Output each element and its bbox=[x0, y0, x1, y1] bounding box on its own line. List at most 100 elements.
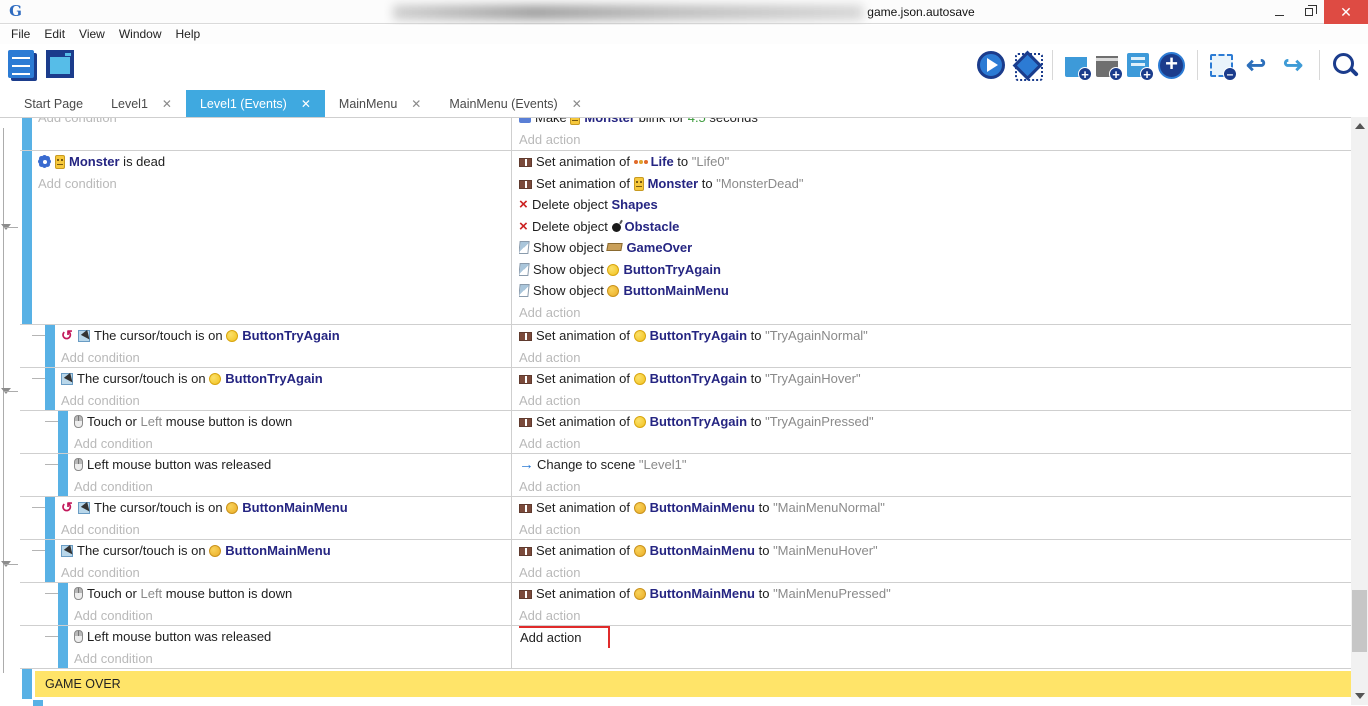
menu-item-window[interactable]: Window bbox=[112, 25, 169, 44]
action-line[interactable]: Add action bbox=[519, 626, 1351, 648]
add-condition[interactable]: Add condition bbox=[61, 562, 511, 584]
close-button[interactable]: ✕ bbox=[1324, 0, 1368, 24]
tab-start-page[interactable]: Start Page bbox=[10, 90, 97, 117]
add-subevent-icon[interactable]: + bbox=[1127, 53, 1149, 77]
object-name: Monster bbox=[648, 176, 699, 191]
debug-icon[interactable] bbox=[1014, 52, 1040, 78]
conditions-cell: Left mouse button was releasedAdd condit… bbox=[20, 454, 511, 496]
add-condition[interactable]: Add condition bbox=[74, 433, 511, 455]
add-action[interactable]: Add action bbox=[519, 562, 1351, 584]
add-action[interactable]: Add action bbox=[519, 302, 1351, 324]
object-name: Shapes bbox=[612, 197, 658, 212]
condition-line[interactable]: Left mouse button was released bbox=[74, 626, 511, 648]
tab-mainmenu-events-[interactable]: MainMenu (Events)✕ bbox=[435, 90, 595, 117]
search-icon[interactable] bbox=[1332, 52, 1358, 78]
comment-event-row[interactable]: GAME OVER bbox=[20, 669, 1351, 699]
tab-close-icon[interactable]: ✕ bbox=[162, 97, 172, 111]
tab-close-icon[interactable]: ✕ bbox=[572, 97, 582, 111]
cursor-icon bbox=[61, 545, 73, 557]
add-comment-icon[interactable]: + bbox=[1096, 53, 1118, 77]
action-line[interactable]: Delete object Obstacle bbox=[519, 216, 1351, 238]
conditions-cell: The cursor/touch is on ButtonMainMenuAdd… bbox=[20, 497, 511, 539]
condition-line[interactable]: The cursor/touch is on ButtonTryAgain bbox=[61, 325, 511, 347]
action-line[interactable]: Set animation of ButtonMainMenu to "Main… bbox=[519, 540, 1351, 562]
action-line[interactable]: Set animation of ButtonMainMenu to "Main… bbox=[519, 497, 1351, 519]
menu-item-view[interactable]: View bbox=[72, 25, 112, 44]
condition-line[interactable]: Touch or Left mouse button is down bbox=[74, 583, 511, 605]
tab-level1-events-[interactable]: Level1 (Events)✕ bbox=[186, 90, 325, 117]
action-line[interactable]: Set animation of ButtonTryAgain to "TryA… bbox=[519, 325, 1351, 347]
add-condition[interactable]: Add condition bbox=[61, 390, 511, 412]
condition-line[interactable]: Touch or Left mouse button is down bbox=[74, 411, 511, 433]
add-condition[interactable]: Add condition bbox=[38, 118, 511, 129]
action-line[interactable]: Set animation of Monster to "MonsterDead… bbox=[519, 173, 1351, 195]
project-manager-icon[interactable] bbox=[8, 50, 34, 78]
undo-icon[interactable]: ↩ bbox=[1242, 51, 1270, 79]
condition-line[interactable]: The cursor/touch is on ButtonMainMenu bbox=[61, 497, 511, 519]
redo-icon[interactable]: ↪ bbox=[1279, 51, 1307, 79]
text-segment: Add action bbox=[519, 436, 580, 451]
action-line[interactable]: Show object ButtonTryAgain bbox=[519, 259, 1351, 281]
action-line[interactable]: Make Monster blink for 4.5 seconds bbox=[519, 118, 1351, 129]
minimize-icon bbox=[1275, 15, 1284, 16]
tab-mainmenu[interactable]: MainMenu✕ bbox=[325, 90, 435, 117]
vertical-scrollbar[interactable] bbox=[1351, 117, 1368, 705]
scroll-up-icon[interactable] bbox=[1355, 123, 1365, 129]
action-line[interactable]: Set animation of Life to "Life0" bbox=[519, 151, 1351, 173]
tab-close-icon[interactable]: ✕ bbox=[301, 97, 311, 111]
scroll-down-icon[interactable] bbox=[1355, 693, 1365, 699]
remove-event-icon[interactable]: – bbox=[1210, 54, 1233, 77]
text-segment: to bbox=[747, 371, 765, 386]
add-condition[interactable]: Add condition bbox=[38, 173, 511, 195]
condition-line[interactable]: The cursor/touch is on ButtonTryAgain bbox=[61, 368, 511, 390]
menu-item-help[interactable]: Help bbox=[169, 25, 208, 44]
add-action[interactable]: Add action bbox=[519, 433, 1351, 455]
tab-level1[interactable]: Level1✕ bbox=[97, 90, 186, 117]
add-condition[interactable]: Add condition bbox=[74, 648, 511, 670]
add-action[interactable]: Add action bbox=[519, 390, 1351, 412]
text-segment: Left bbox=[140, 586, 162, 601]
add-action[interactable]: Add action bbox=[519, 519, 1351, 541]
add-action-highlighted[interactable]: Add action bbox=[519, 626, 610, 648]
button-main-menu-icon bbox=[226, 502, 238, 514]
action-line[interactable]: Show object GameOver bbox=[519, 237, 1351, 259]
play-icon[interactable] bbox=[977, 51, 1005, 79]
action-line[interactable]: Delete object Shapes bbox=[519, 194, 1351, 216]
add-condition[interactable]: Add condition bbox=[61, 347, 511, 369]
scroll-thumb[interactable] bbox=[1352, 590, 1367, 652]
add-action[interactable]: Add action bbox=[519, 605, 1351, 627]
show-icon bbox=[519, 263, 530, 276]
text-segment: "MonsterDead" bbox=[716, 176, 803, 191]
add-action[interactable]: Add action bbox=[519, 347, 1351, 369]
action-line[interactable]: Set animation of ButtonTryAgain to "TryA… bbox=[519, 411, 1351, 433]
condition-line[interactable]: The cursor/touch is on ButtonMainMenu bbox=[61, 540, 511, 562]
comment-text[interactable]: GAME OVER bbox=[35, 671, 1351, 697]
add-action[interactable]: Add action bbox=[519, 476, 1351, 498]
anim-icon bbox=[519, 504, 532, 513]
action-line[interactable]: Change to scene "Level1" bbox=[519, 454, 1351, 476]
condition-line[interactable]: Left mouse button was released bbox=[74, 454, 511, 476]
action-line[interactable]: Set animation of ButtonTryAgain to "TryA… bbox=[519, 368, 1351, 390]
action-line[interactable]: Set animation of ButtonMainMenu to "Main… bbox=[519, 583, 1351, 605]
text-segment: Set animation of bbox=[536, 500, 634, 515]
add-condition[interactable]: Add condition bbox=[74, 476, 511, 498]
event-selection-bar[interactable] bbox=[22, 669, 32, 699]
monster-icon bbox=[634, 177, 644, 191]
condition-line[interactable]: Monster is dead bbox=[38, 151, 511, 173]
button-try-again-icon bbox=[634, 373, 646, 385]
add-action[interactable]: Add action bbox=[519, 129, 1351, 151]
add-circle-icon[interactable] bbox=[1158, 52, 1185, 79]
add-condition[interactable]: Add condition bbox=[61, 519, 511, 541]
tab-close-icon[interactable]: ✕ bbox=[411, 97, 421, 111]
menu-item-edit[interactable]: Edit bbox=[37, 25, 72, 44]
restore-button[interactable] bbox=[1294, 0, 1324, 24]
action-line[interactable]: Show object ButtonMainMenu bbox=[519, 280, 1351, 302]
text-segment: Set animation of bbox=[536, 328, 634, 343]
add-event-icon[interactable]: + bbox=[1065, 53, 1087, 77]
minimize-button[interactable] bbox=[1264, 0, 1294, 24]
add-condition[interactable]: Add condition bbox=[74, 605, 511, 627]
scene-editor-icon[interactable] bbox=[46, 50, 74, 78]
toolbar: + + + –↩ ↪ bbox=[0, 44, 1368, 90]
text-segment: Set animation of bbox=[536, 154, 634, 169]
menu-item-file[interactable]: File bbox=[4, 25, 37, 44]
